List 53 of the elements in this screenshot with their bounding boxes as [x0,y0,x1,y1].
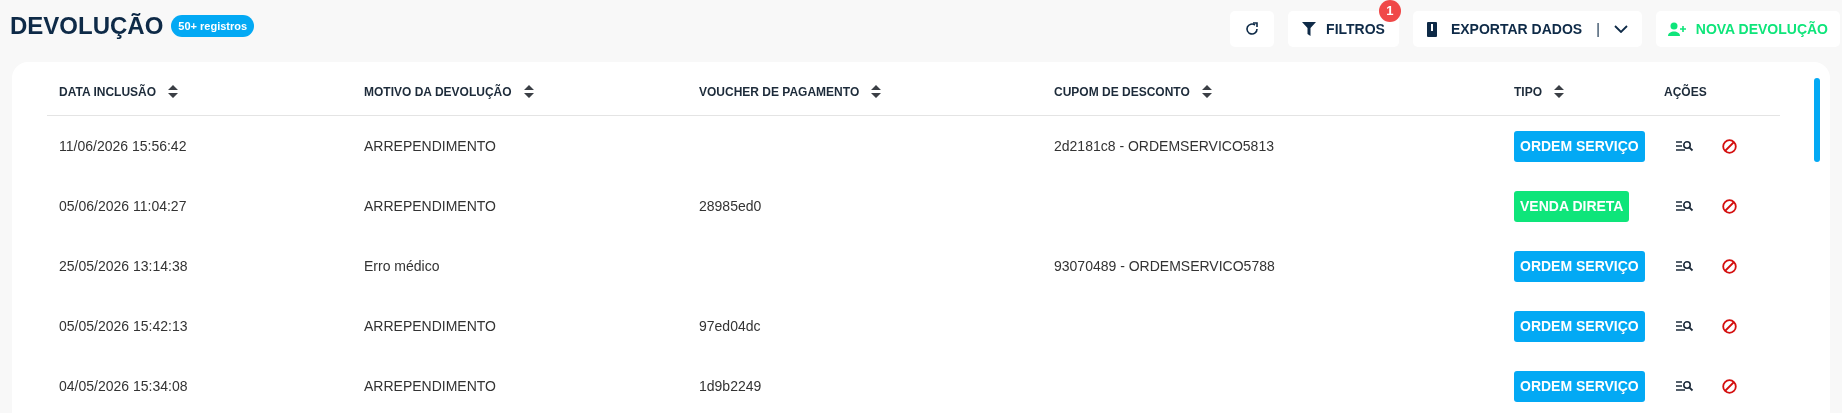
zip-file-icon [1426,21,1437,37]
type-tag: ORDEM SERVIÇO [1514,310,1645,342]
type-tag: VENDA DIRETA [1514,190,1630,222]
table-cell: 2d2181c8 - ORDEMSERVICO5813 [1054,137,1274,154]
page-title: DEVOLUÇÃO [10,11,164,41]
count-badge: 50+ registros [171,14,255,38]
type-tag: ORDEM SERVIÇO [1514,250,1645,282]
type-tag: ORDEM SERVIÇO [1514,370,1645,402]
cancel-icon[interactable] [1722,138,1737,154]
chevron-down-icon [1613,25,1628,33]
table-cell: ARREPENDIMENTO [364,197,496,214]
column-header[interactable]: VOUCHER DE PAGAMENTO [699,82,882,101]
sort-icon[interactable] [168,85,179,98]
table-cell: Erro médico [364,257,440,274]
cancel-icon[interactable] [1722,198,1737,214]
sort-icon[interactable] [871,85,882,98]
refresh-icon [1244,21,1261,37]
table-cell: 28985ed0 [699,197,762,214]
table-cell: 04/05/2026 15:34:08 [59,377,188,394]
table-cell: 05/06/2026 11:04:27 [59,197,187,214]
table-cell: 1d9b2249 [699,377,762,394]
view-details-icon[interactable] [1676,140,1694,152]
view-details-icon[interactable] [1676,260,1694,272]
column-header[interactable]: CUPOM DE DESCONTO [1054,82,1212,101]
table-cell: 05/05/2026 15:42:13 [59,317,188,334]
column-header[interactable]: TIPO [1514,82,1564,101]
type-tag: ORDEM SERVIÇO [1514,130,1645,162]
column-header[interactable]: MOTIVO DA DEVOLUÇÃO [364,82,534,101]
sort-icon[interactable] [523,85,534,98]
table-cell: ARREPENDIMENTO [364,137,496,154]
table-cell: 97ed04dc [699,317,761,334]
table-cell: 93070489 - ORDEMSERVICO5788 [1054,257,1275,274]
table-cell: ARREPENDIMENTO [364,377,496,394]
cancel-icon[interactable] [1722,378,1737,394]
filter-icon [1302,22,1317,36]
table-cell: ARREPENDIMENTO [364,317,496,334]
sort-icon[interactable] [1554,85,1564,98]
filter-count-badge: 1 [1378,0,1401,22]
table-cell: 25/05/2026 13:14:38 [59,257,188,274]
column-header: AÇÕES [1664,83,1707,101]
refresh-button[interactable] [1230,11,1275,47]
column-header[interactable]: DATA INCLUSÃO [59,82,179,101]
cancel-icon[interactable] [1722,318,1737,334]
cancel-icon[interactable] [1722,258,1737,274]
separator: | [1596,19,1600,39]
view-details-icon[interactable] [1676,200,1694,212]
add-user-icon [1667,22,1686,36]
scrollbar[interactable] [1814,78,1820,162]
table-cell: 11/06/2026 15:56:42 [59,137,187,154]
view-details-icon[interactable] [1676,380,1694,392]
view-details-icon[interactable] [1676,320,1694,332]
export-button[interactable]: EXPORTAR DADOS | [1412,11,1642,47]
sort-icon[interactable] [1201,85,1212,98]
